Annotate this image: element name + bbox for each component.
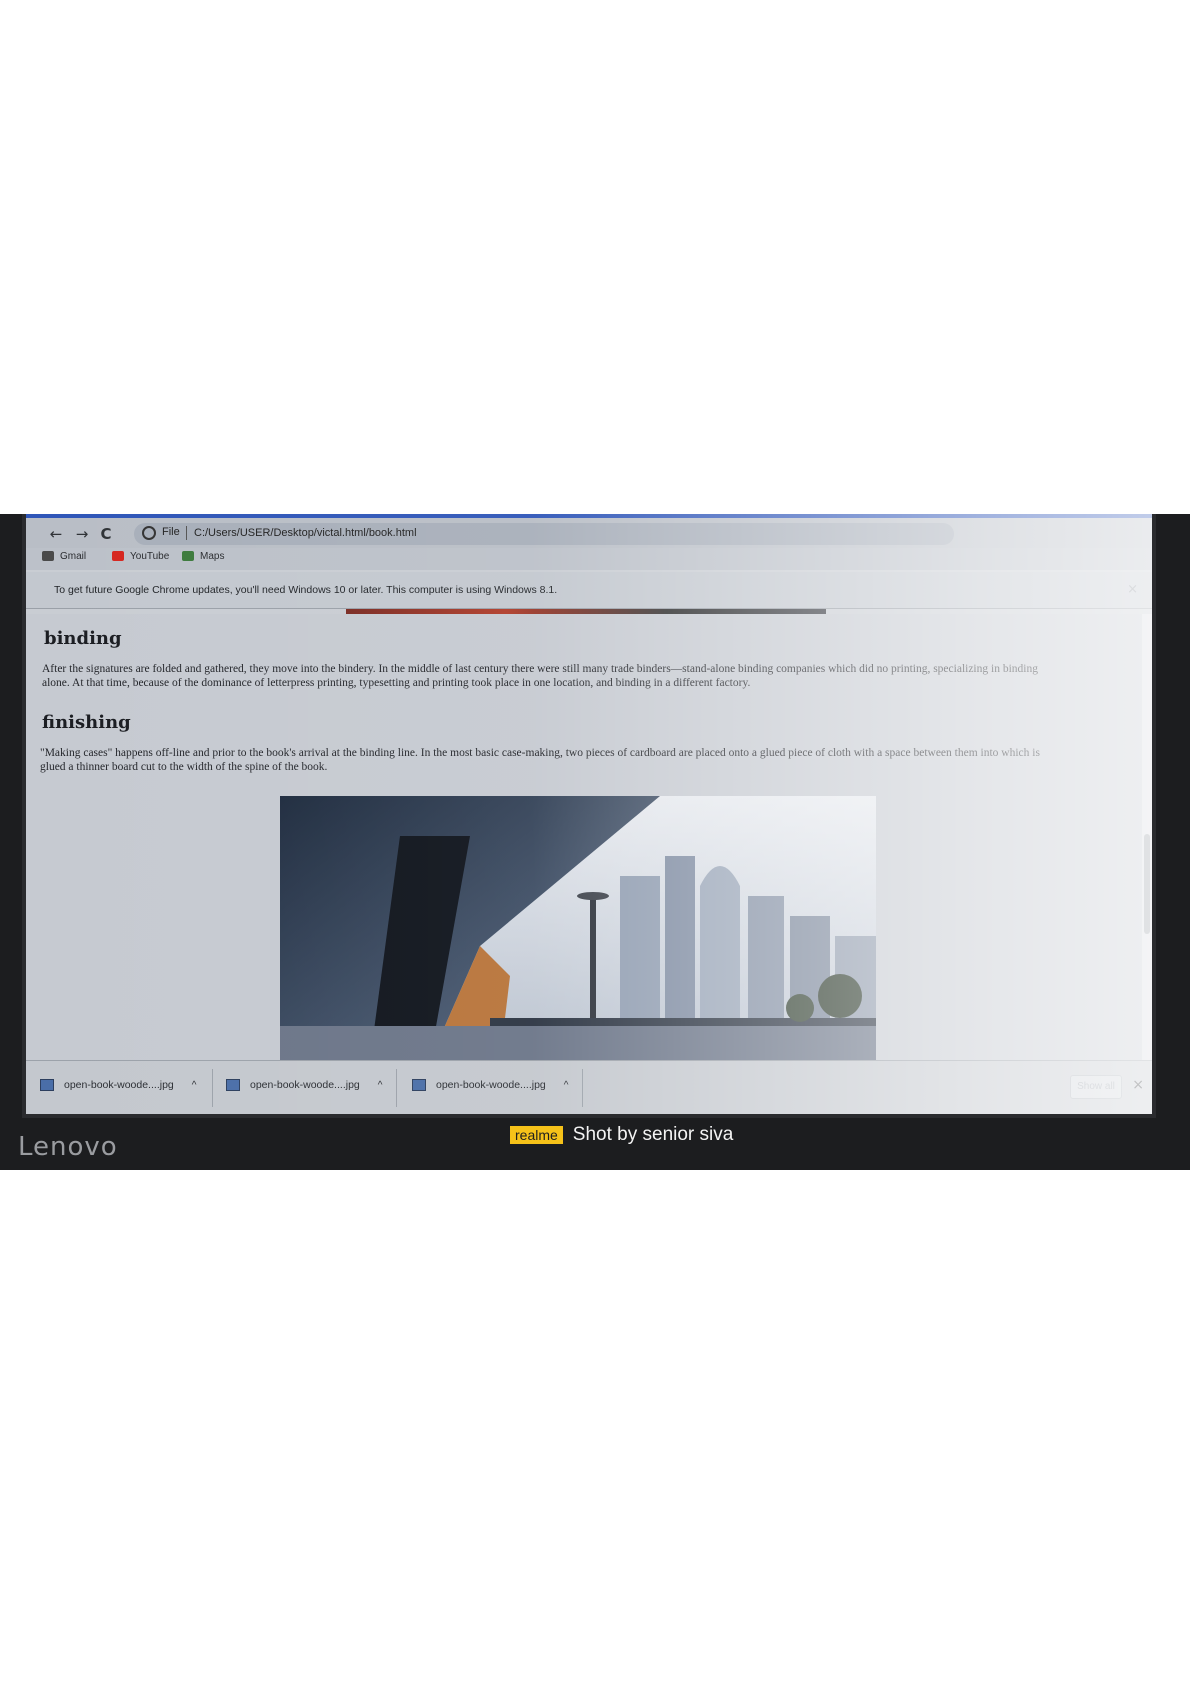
image-file-icon [226,1079,240,1092]
download-item[interactable]: open-book-woode....jpg ^ [40,1079,196,1099]
watermark-brand: realme [510,1126,563,1144]
info-icon[interactable] [142,526,156,540]
show-all-button[interactable]: Show all [1070,1075,1122,1099]
chevron-up-icon[interactable]: ^ [192,1080,197,1091]
skyline-illustration [280,796,876,1060]
page-scrollbar[interactable] [1142,614,1152,1060]
laptop-screen: ← → C File C:/Users/USER/Desktop/victal.… [26,514,1152,1114]
back-button[interactable]: ← [46,524,66,544]
downloads-shelf: open-book-woode....jpg ^ open-book-woode.… [26,1060,1152,1114]
url-separator [186,526,187,540]
camera-watermark: realme Shot by senior siva [510,1124,733,1148]
back-arrow-icon: ← [49,525,63,543]
reload-icon: C [100,525,112,543]
update-infobar: To get future Google Chrome updates, you… [26,572,1152,609]
section-text-finishing: "Making cases" happens off-line and prio… [40,747,1040,773]
device-logo: Lenovo [18,1132,118,1162]
browser-toolbar: ← → C File C:/Users/USER/Desktop/victal.… [26,514,1152,548]
image-file-icon [40,1079,54,1092]
reload-button[interactable]: C [96,524,116,544]
download-item[interactable]: open-book-woode....jpg ^ [412,1079,568,1099]
section-heading-binding: binding [44,628,122,649]
image-file-icon [412,1079,426,1092]
bookmarks-bar: Gmail YouTube Maps [26,548,1152,570]
chevron-up-icon[interactable]: ^ [564,1080,569,1091]
gmail-icon [42,551,54,562]
section-heading-finishing: finishing [42,712,131,733]
download-divider [212,1069,213,1107]
bookmark-gmail[interactable]: Gmail [42,551,86,562]
close-icon[interactable]: × [1127,582,1138,597]
bookmark-youtube[interactable]: YouTube [112,551,169,562]
download-divider [582,1069,583,1107]
maps-icon [182,551,194,562]
city-skyline-image [280,796,876,1060]
download-item[interactable]: open-book-woode....jpg ^ [226,1079,382,1099]
bookmark-maps[interactable]: Maps [182,551,224,562]
youtube-icon [112,551,124,562]
url-text[interactable]: C:/Users/USER/Desktop/victal.html/book.h… [194,527,417,539]
page-content: binding After the signatures are folded … [26,614,1152,1060]
watermark-text: Shot by senior siva [572,1124,734,1145]
url-scheme-label: File [162,526,180,538]
section-text-binding: After the signatures are folded and gath… [42,663,1038,689]
forward-button[interactable]: → [72,524,92,544]
close-icon[interactable]: × [1132,1077,1144,1093]
scrollbar-thumb[interactable] [1144,834,1150,934]
photo-frame: ← → C File C:/Users/USER/Desktop/victal.… [0,514,1190,1170]
infobar-message: To get future Google Chrome updates, you… [54,584,558,596]
address-bar[interactable]: File C:/Users/USER/Desktop/victal.html/b… [134,523,954,545]
chevron-up-icon[interactable]: ^ [378,1080,383,1091]
download-divider [396,1069,397,1107]
forward-arrow-icon: → [75,525,89,543]
